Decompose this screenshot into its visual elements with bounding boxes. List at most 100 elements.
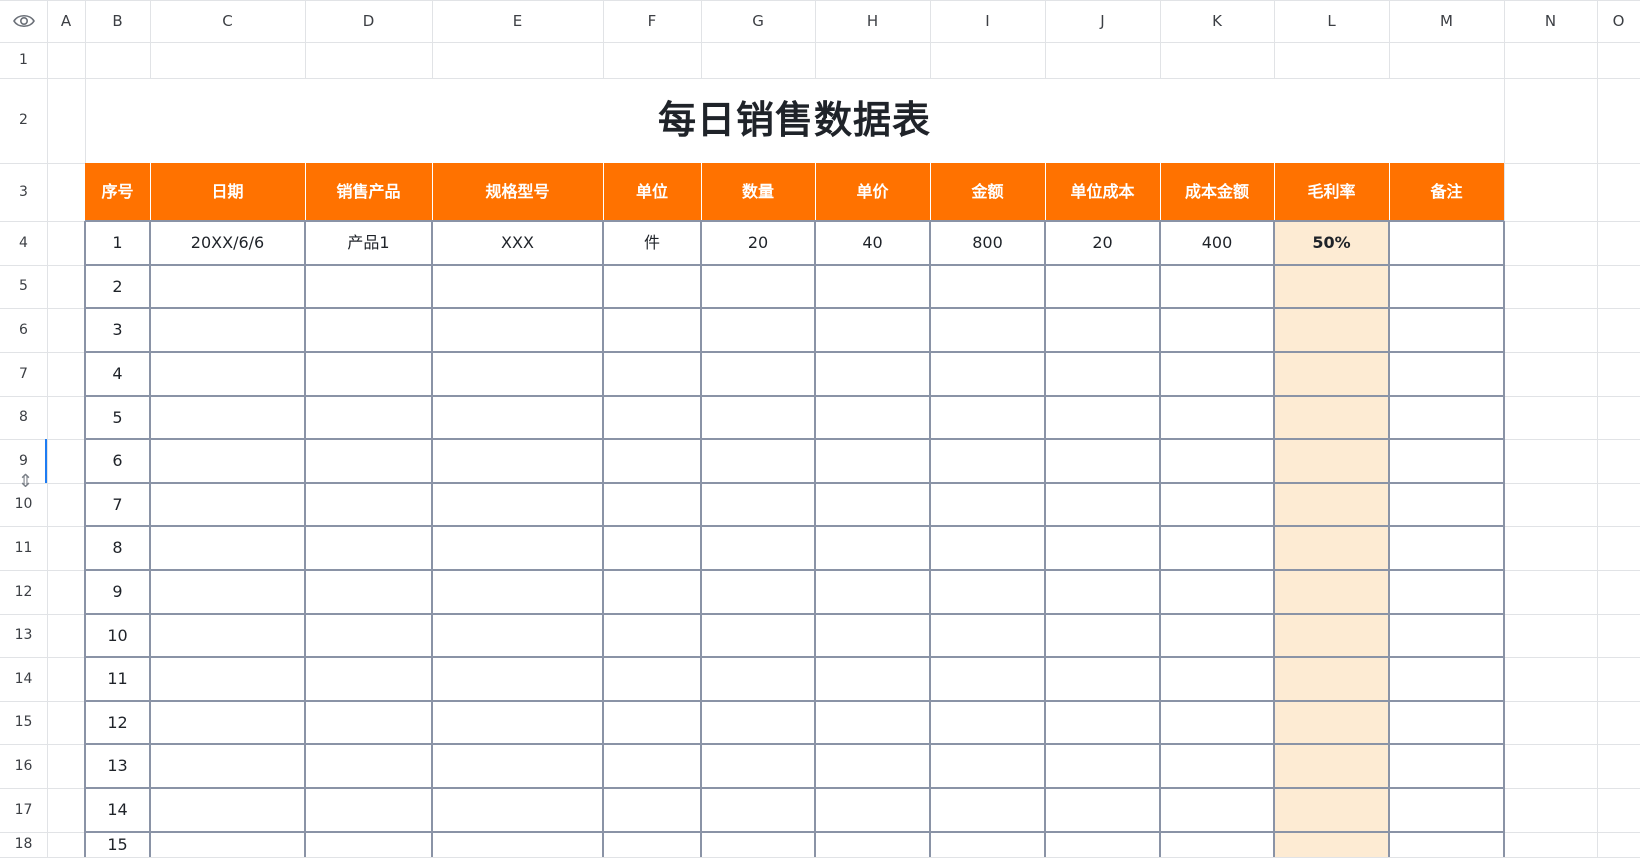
table-cell[interactable] — [1389, 439, 1504, 483]
table-cell[interactable] — [432, 265, 603, 308]
table-cell[interactable] — [1389, 788, 1504, 832]
table-cell[interactable] — [1274, 657, 1389, 701]
table-cell[interactable] — [432, 308, 603, 352]
table-cell[interactable] — [1045, 744, 1160, 788]
table-header-cell[interactable]: 成本金额 — [1160, 163, 1274, 221]
eye-icon[interactable] — [12, 11, 36, 31]
table-cell[interactable] — [1045, 614, 1160, 657]
table-cell[interactable] — [1160, 265, 1274, 308]
table-cell[interactable] — [1160, 352, 1274, 396]
table-cell[interactable] — [930, 483, 1045, 526]
table-cell[interactable] — [603, 657, 701, 701]
table-cell[interactable] — [1274, 526, 1389, 570]
table-cell[interactable] — [603, 352, 701, 396]
table-cell[interactable] — [1045, 788, 1160, 832]
table-cell[interactable] — [1160, 308, 1274, 352]
table-cell[interactable] — [815, 614, 930, 657]
table-header-cell[interactable]: 单位成本 — [1045, 163, 1160, 221]
table-cell[interactable] — [930, 439, 1045, 483]
table-cell[interactable] — [930, 265, 1045, 308]
table-cell[interactable] — [1389, 483, 1504, 526]
table-cell[interactable] — [930, 614, 1045, 657]
row-header-17[interactable]: 17 — [0, 788, 47, 832]
column-header-C[interactable]: C — [150, 0, 305, 42]
table-cell[interactable] — [603, 265, 701, 308]
table-cell[interactable] — [432, 614, 603, 657]
table-cell[interactable] — [815, 396, 930, 439]
table-cell[interactable]: 3 — [85, 308, 150, 352]
table-header-cell[interactable]: 单位 — [603, 163, 701, 221]
table-cell[interactable]: XXX — [432, 221, 603, 265]
table-cell[interactable] — [1045, 701, 1160, 744]
table-cell[interactable] — [1389, 570, 1504, 614]
spreadsheet-grid[interactable]: A B C D E F G H I J K L M N O 1 2 3 4 5 6 7 8 9 10 11 12 13 14 15 16 17… — [0, 0, 1640, 858]
table-cell[interactable]: 13 — [85, 744, 150, 788]
table-cell[interactable]: 800 — [930, 221, 1045, 265]
row-header-11[interactable]: 11 — [0, 526, 47, 570]
row-header-15[interactable]: 15 — [0, 701, 47, 744]
row-header-3[interactable]: 3 — [0, 163, 47, 221]
table-cell[interactable] — [1389, 657, 1504, 701]
table-cell[interactable]: 6 — [85, 439, 150, 483]
table-cell[interactable] — [930, 832, 1045, 857]
table-cell[interactable] — [150, 439, 305, 483]
table-cell[interactable] — [1045, 308, 1160, 352]
table-cell[interactable] — [432, 788, 603, 832]
table-cell[interactable] — [1045, 657, 1160, 701]
table-cell[interactable] — [432, 483, 603, 526]
table-cell[interactable] — [1274, 308, 1389, 352]
table-cell[interactable] — [305, 570, 432, 614]
table-cell[interactable] — [815, 657, 930, 701]
table-cell[interactable] — [815, 788, 930, 832]
table-cell[interactable] — [305, 744, 432, 788]
column-header-D[interactable]: D — [305, 0, 432, 42]
row-header-13[interactable]: 13 — [0, 614, 47, 657]
table-cell[interactable] — [701, 352, 815, 396]
table-cell[interactable]: 20 — [1045, 221, 1160, 265]
table-cell[interactable] — [1160, 570, 1274, 614]
table-header-cell[interactable]: 单价 — [815, 163, 930, 221]
table-cell[interactable] — [305, 832, 432, 857]
table-cell[interactable] — [432, 396, 603, 439]
column-header-I[interactable]: I — [930, 0, 1045, 42]
table-cell[interactable] — [815, 832, 930, 857]
table-cell[interactable]: 9 — [85, 570, 150, 614]
table-cell[interactable] — [815, 701, 930, 744]
table-cell[interactable] — [432, 439, 603, 483]
table-cell[interactable] — [150, 614, 305, 657]
table-cell[interactable]: 40 — [815, 221, 930, 265]
table-header-cell[interactable]: 备注 — [1389, 163, 1504, 221]
table-cell[interactable] — [1160, 657, 1274, 701]
table-cell[interactable] — [305, 483, 432, 526]
table-cell[interactable] — [930, 744, 1045, 788]
table-cell[interactable]: 8 — [85, 526, 150, 570]
table-cell[interactable] — [1160, 832, 1274, 857]
table-cell[interactable] — [930, 308, 1045, 352]
table-cell[interactable]: 14 — [85, 788, 150, 832]
column-header-K[interactable]: K — [1160, 0, 1274, 42]
table-cell[interactable]: 5 — [85, 396, 150, 439]
table-cell[interactable] — [1045, 832, 1160, 857]
table-cell[interactable] — [603, 614, 701, 657]
table-cell[interactable] — [701, 832, 815, 857]
table-header-cell[interactable]: 销售产品 — [305, 163, 432, 221]
table-cell[interactable] — [1045, 570, 1160, 614]
table-cell[interactable] — [603, 570, 701, 614]
table-cell[interactable] — [1160, 788, 1274, 832]
table-cell[interactable] — [603, 744, 701, 788]
column-header-L[interactable]: L — [1274, 0, 1389, 42]
table-cell[interactable] — [1274, 788, 1389, 832]
row-header-4[interactable]: 4 — [0, 221, 47, 265]
table-cell[interactable] — [432, 657, 603, 701]
table-cell[interactable] — [1045, 265, 1160, 308]
column-header-G[interactable]: G — [701, 0, 815, 42]
table-cell[interactable]: 件 — [603, 221, 701, 265]
table-cell[interactable] — [305, 439, 432, 483]
row-header-5[interactable]: 5 — [0, 265, 47, 308]
table-cell[interactable] — [701, 439, 815, 483]
table-cell[interactable] — [150, 396, 305, 439]
table-cell[interactable] — [603, 396, 701, 439]
table-cell[interactable] — [1389, 221, 1504, 265]
table-header-cell[interactable]: 日期 — [150, 163, 305, 221]
table-cell[interactable] — [701, 701, 815, 744]
